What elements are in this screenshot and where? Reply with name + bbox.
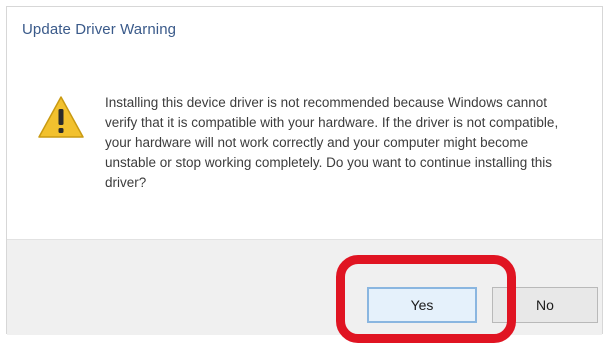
warning-message: Installing this device driver is not rec… [105, 95, 559, 190]
yes-button[interactable]: Yes [367, 287, 477, 323]
no-button[interactable]: No [492, 287, 598, 323]
dialog-content: Installing this device driver is not rec… [7, 57, 602, 239]
dialog-title: Update Driver Warning [22, 21, 177, 38]
dialog-title-bar[interactable]: Update Driver Warning [7, 7, 602, 57]
warning-icon [38, 96, 84, 138]
page: Update Driver Warning Installing this de… [0, 0, 611, 344]
dialog-button-bar: Yes No [7, 239, 602, 335]
update-driver-warning-dialog: Update Driver Warning Installing this de… [6, 6, 603, 335]
